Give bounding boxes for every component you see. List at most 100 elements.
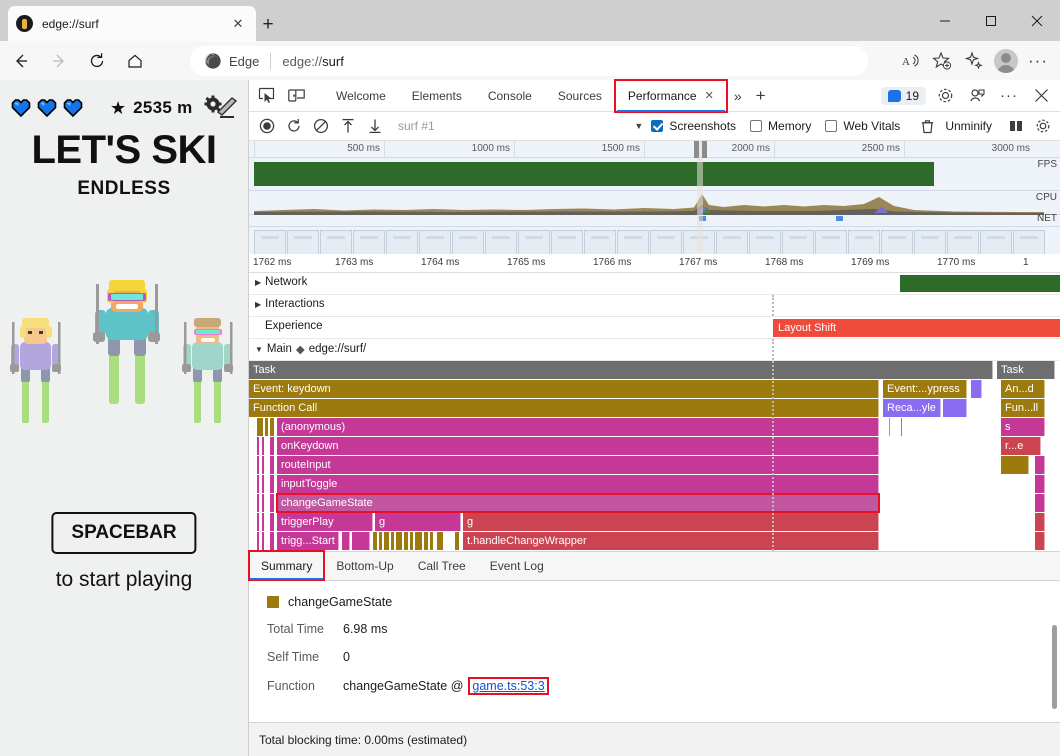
- flame-block[interactable]: Event: keydown: [249, 380, 879, 398]
- unminify-button[interactable]: Unminify: [945, 119, 992, 133]
- flame-block[interactable]: routeInput: [277, 456, 879, 474]
- add-panel-button[interactable]: +: [749, 86, 773, 106]
- flame-block[interactable]: g: [463, 513, 879, 531]
- maximize-icon[interactable]: [968, 0, 1014, 41]
- flame-block[interactable]: [1035, 475, 1045, 493]
- summary-scrollbar[interactable]: [1052, 625, 1057, 709]
- source-link[interactable]: game.ts:53:3: [472, 679, 544, 693]
- flame-block[interactable]: [1035, 532, 1045, 550]
- clear-icon[interactable]: [307, 114, 334, 138]
- gear-ski-icon[interactable]: [204, 95, 238, 121]
- flame-block[interactable]: triggerPlay: [277, 513, 373, 531]
- issues-counter-button[interactable]: 19: [881, 87, 926, 105]
- tab-welcome[interactable]: Welcome: [323, 80, 399, 112]
- back-arrow-icon[interactable]: [4, 45, 38, 77]
- flame-block[interactable]: [342, 532, 350, 550]
- flame-block[interactable]: g: [375, 513, 461, 531]
- web-vitals-checkbox[interactable]: Web Vitals: [825, 119, 900, 133]
- flame-block[interactable]: Task: [249, 361, 993, 379]
- minimize-icon[interactable]: [922, 0, 968, 41]
- flame-block[interactable]: Event:...ypress: [883, 380, 967, 398]
- add-favorite-icon[interactable]: [926, 45, 958, 77]
- new-tab-button[interactable]: +: [255, 12, 281, 38]
- track-network[interactable]: ▶Network: [249, 273, 1060, 295]
- close-devtools-icon[interactable]: [1028, 83, 1054, 109]
- more-options-icon[interactable]: ···: [996, 83, 1022, 109]
- tab-close-icon[interactable]: ✕: [228, 14, 248, 34]
- flame-block[interactable]: inputToggle: [277, 475, 879, 493]
- flame-block[interactable]: [352, 532, 370, 550]
- track-label: Experience: [265, 320, 323, 332]
- reload-and-record-icon[interactable]: [280, 114, 307, 138]
- layout-shift-event[interactable]: Layout Shift: [773, 319, 1060, 337]
- flame-chart[interactable]: Task Task Event: keydown Event:...ypress…: [249, 361, 1060, 551]
- tab-summary[interactable]: Summary: [249, 551, 324, 580]
- track-main[interactable]: ▼Main◆edge://surf/: [249, 339, 1060, 361]
- flame-block[interactable]: t.handleChangeWrapper: [463, 532, 879, 550]
- delete-icon[interactable]: [914, 114, 941, 138]
- history-dropdown-caret[interactable]: ▼: [634, 121, 651, 131]
- flame-block[interactable]: [943, 399, 967, 417]
- profile-avatar[interactable]: [990, 45, 1022, 77]
- more-tabs-icon[interactable]: »: [727, 88, 749, 104]
- flame-block[interactable]: Reca...yle: [883, 399, 941, 417]
- flame-block[interactable]: Fun...ll: [1001, 399, 1045, 417]
- selection-handle-right[interactable]: [702, 141, 707, 158]
- customize-icon[interactable]: [964, 83, 990, 109]
- summary-row-function: Function changeGameState @ game.ts:53:3: [267, 678, 1042, 694]
- chevron-right-icon[interactable]: ▶: [255, 278, 261, 287]
- flame-block[interactable]: Function Call: [249, 399, 879, 417]
- flame-block[interactable]: [1035, 513, 1045, 531]
- browser-tab[interactable]: edge://surf ✕: [8, 6, 256, 41]
- tab-performance[interactable]: Performance ✕: [615, 80, 727, 112]
- forward-arrow-icon: [42, 45, 76, 77]
- tab-bottom-up[interactable]: Bottom-Up: [324, 551, 405, 580]
- flame-block[interactable]: onKeydown: [277, 437, 879, 455]
- address-bar[interactable]: Edge edge://surf: [190, 46, 868, 76]
- flame-block[interactable]: [1035, 456, 1045, 474]
- tab-event-log[interactable]: Event Log: [478, 551, 556, 580]
- book-icon[interactable]: [1002, 114, 1029, 138]
- tab-title: edge://surf: [42, 17, 228, 31]
- copilot-icon[interactable]: [958, 45, 990, 77]
- record-icon[interactable]: [253, 114, 280, 138]
- home-icon[interactable]: [118, 45, 152, 77]
- tab-elements[interactable]: Elements: [399, 80, 475, 112]
- more-options-icon[interactable]: ···: [1022, 45, 1054, 77]
- flame-block[interactable]: (anonymous): [277, 418, 879, 436]
- tab-console[interactable]: Console: [475, 80, 545, 112]
- track-experience[interactable]: Experience Layout Shift: [249, 317, 1060, 339]
- inspect-element-icon[interactable]: [253, 83, 279, 109]
- settings-gear-icon[interactable]: [932, 83, 958, 109]
- download-profile-icon[interactable]: [361, 114, 388, 138]
- upload-profile-icon[interactable]: [334, 114, 361, 138]
- flame-row: triggerPlay g g: [249, 513, 1060, 532]
- flame-block[interactable]: [971, 380, 982, 398]
- chevron-down-icon[interactable]: ▼: [255, 345, 263, 354]
- track-interactions[interactable]: ▶Interactions: [249, 295, 1060, 317]
- flame-block[interactable]: [1035, 494, 1045, 512]
- chevron-right-icon[interactable]: ▶: [255, 300, 261, 309]
- timeline-overview[interactable]: 500 ms 1000 ms 1500 ms 2000 ms 2500 ms 3…: [249, 141, 1060, 254]
- source-link-highlight[interactable]: game.ts:53:3: [469, 678, 547, 694]
- flame-block[interactable]: s: [1001, 418, 1045, 436]
- tab-call-tree[interactable]: Call Tree: [406, 551, 478, 580]
- capture-settings-gear-icon[interactable]: [1029, 114, 1056, 138]
- flame-block[interactable]: trigg...Start: [277, 532, 339, 550]
- selection-handle-left[interactable]: [694, 141, 699, 158]
- read-aloud-icon[interactable]: A: [894, 45, 926, 77]
- flame-block-selected[interactable]: changeGameState: [277, 494, 879, 512]
- flame-block[interactable]: Task: [997, 361, 1055, 379]
- device-toolbar-icon[interactable]: [283, 83, 309, 109]
- close-icon[interactable]: [1014, 0, 1060, 41]
- summary-event-header: changeGameState: [267, 595, 1042, 609]
- flame-block[interactable]: [1001, 456, 1029, 474]
- screenshots-checkbox[interactable]: Screenshots: [651, 119, 736, 133]
- tab-sources[interactable]: Sources: [545, 80, 615, 112]
- tab-close-icon[interactable]: ✕: [705, 89, 714, 102]
- memory-checkbox[interactable]: Memory: [750, 119, 811, 133]
- flame-block[interactable]: r...e: [1001, 437, 1041, 455]
- cpu-sparkline: [254, 191, 1044, 215]
- reload-icon[interactable]: [80, 45, 114, 77]
- flame-block[interactable]: An...d: [1001, 380, 1045, 398]
